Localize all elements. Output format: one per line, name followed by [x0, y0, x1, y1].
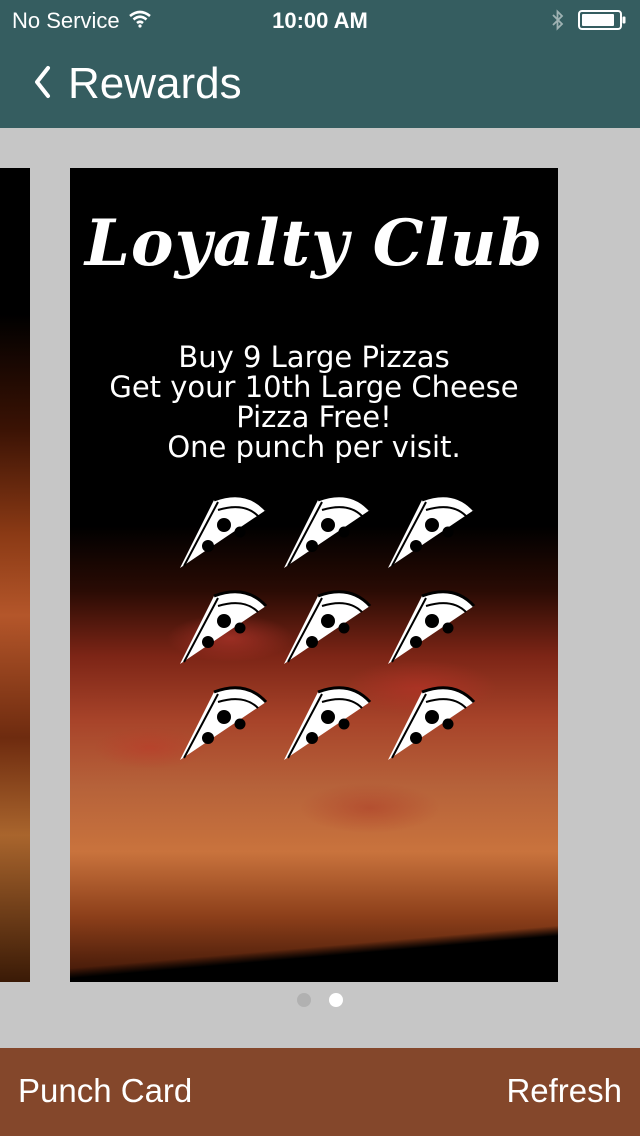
page-dot-active[interactable] — [329, 993, 343, 1007]
card-title: Loyalty Club — [84, 206, 544, 281]
punch-grid — [170, 480, 482, 768]
offer-line: Buy 9 Large Pizzas — [178, 340, 450, 374]
pizza-slice-icon — [170, 480, 274, 576]
offer-line: One punch per visit. — [167, 430, 461, 464]
pizza-slice-icon — [274, 480, 378, 576]
clock: 10:00 AM — [272, 8, 368, 33]
status-bar: No Service 10:00 AM — [0, 0, 640, 40]
battery-icon — [578, 9, 628, 37]
punch-card-button[interactable]: Punch Card — [18, 1072, 192, 1110]
pizza-slice-icon — [274, 576, 378, 672]
pizza-slice-icon — [170, 672, 274, 768]
page-title: Rewards — [68, 59, 242, 108]
pizza-slice-icon — [170, 576, 274, 672]
page-dot[interactable] — [297, 993, 311, 1007]
bluetooth-icon — [550, 8, 566, 38]
pizza-slice-icon — [378, 480, 482, 576]
refresh-button[interactable]: Refresh — [506, 1072, 622, 1110]
previous-card-peek[interactable] — [0, 168, 30, 982]
bottom-toolbar: Punch Card Refresh — [0, 1048, 640, 1136]
pizza-slice-icon — [378, 576, 482, 672]
page-indicator — [0, 993, 640, 1007]
header: No Service 10:00 AM Rewards — [0, 0, 640, 128]
back-button[interactable]: Rewards — [32, 56, 242, 112]
offer-line: Get your 10th Large Cheese — [109, 370, 519, 404]
nav-bar: Rewards — [0, 50, 640, 118]
offer-text: Buy 9 Large Pizzas Get your 10th Large C… — [70, 342, 558, 462]
chevron-left-icon — [32, 64, 52, 105]
pizza-slice-icon — [274, 672, 378, 768]
loyalty-punch-card[interactable]: Loyalty Club Buy 9 Large Pizzas Get your… — [70, 168, 558, 982]
card-bottom-shadow — [70, 922, 558, 982]
pizza-slice-icon — [378, 672, 482, 768]
status-right — [550, 8, 628, 38]
offer-line: Pizza Free! — [236, 400, 392, 434]
